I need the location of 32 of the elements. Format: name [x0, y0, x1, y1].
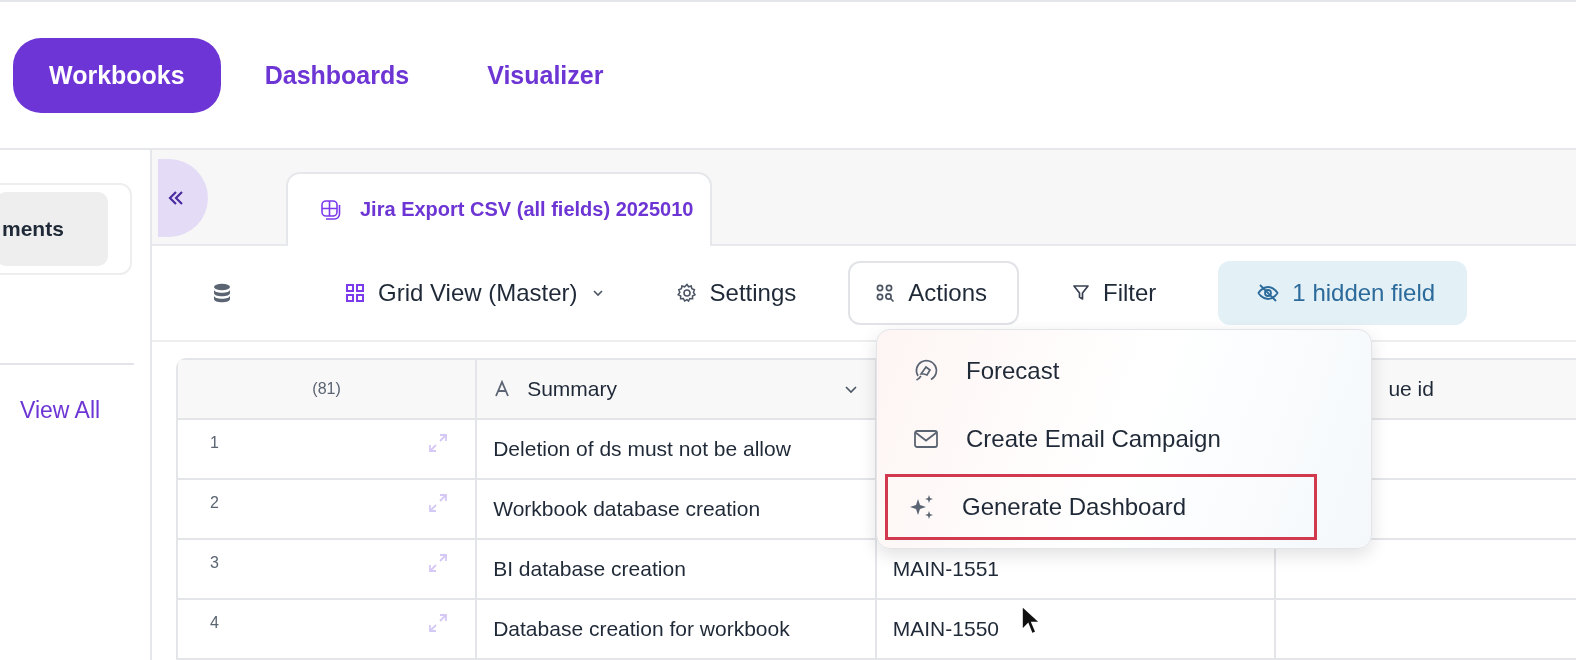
expand-icon[interactable]: [427, 492, 450, 514]
settings-button[interactable]: Settings: [657, 260, 815, 325]
table-cell: Database creation for workbook: [477, 600, 877, 660]
view-button[interactable]: Grid View (Master): [326, 260, 624, 325]
column-header[interactable]: Summary: [477, 360, 877, 420]
expand-icon[interactable]: [427, 552, 450, 574]
sidebar-button[interactable]: ments: [0, 192, 108, 266]
filter-button[interactable]: Filter: [1053, 260, 1175, 325]
text-type-icon: [493, 380, 512, 398]
row-number: 1: [210, 434, 219, 452]
nav-tab[interactable]: Dashboards: [230, 37, 444, 113]
view-all-link[interactable]: View All: [20, 397, 101, 424]
actions-button[interactable]: Actions: [848, 260, 1019, 325]
expand-icon[interactable]: [427, 612, 450, 634]
menu-item[interactable]: Forecast: [885, 338, 1317, 404]
grid-icon: [344, 281, 366, 304]
table-cell: BI database creation: [477, 540, 877, 600]
menu-item[interactable]: Generate Dashboard: [885, 474, 1317, 540]
expand-icon[interactable]: [427, 432, 450, 454]
table-icon: [320, 198, 342, 221]
row-number: 4: [210, 614, 219, 632]
sheet-tab[interactable]: Jira Export CSV (all fields) 2025010: [286, 171, 712, 246]
hidden-fields-button[interactable]: 1 hidden field: [1218, 260, 1468, 325]
row-count: (81): [178, 360, 478, 420]
settings-icon: [675, 281, 698, 304]
row-number: 3: [210, 554, 219, 572]
menu-item[interactable]: Create Email Campaign: [885, 406, 1317, 472]
nav-tab[interactable]: Visualizer: [453, 37, 638, 113]
nav-tab[interactable]: Workbooks: [13, 37, 221, 113]
filter-icon: [1071, 282, 1091, 303]
row-number: 2: [210, 494, 219, 512]
collapse-button[interactable]: [158, 159, 208, 237]
